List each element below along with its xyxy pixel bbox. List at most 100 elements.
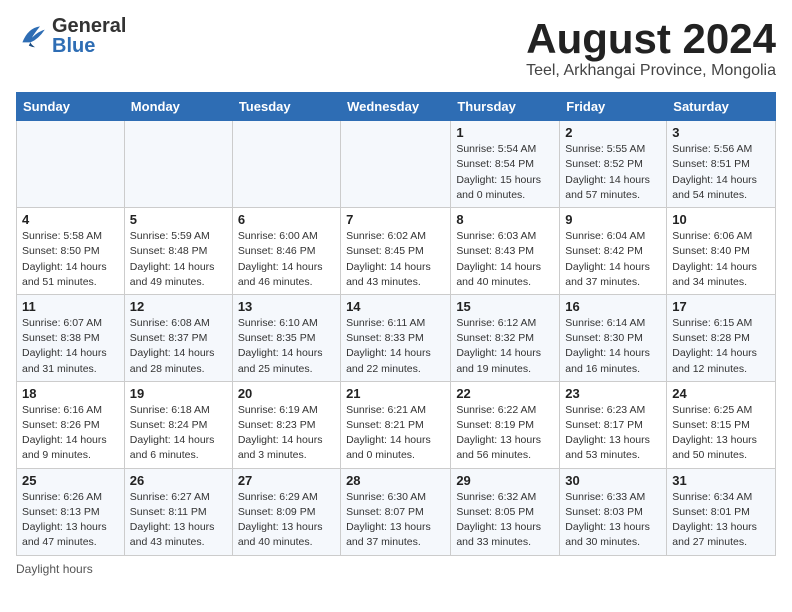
day-number: 3 <box>672 125 770 140</box>
calendar-day-cell: 16 Sunrise: 6:14 AM Sunset: 8:30 PM Dayli… <box>560 294 667 381</box>
day-info: Sunrise: 5:54 AM Sunset: 8:54 PM Dayligh… <box>456 142 554 203</box>
day-number: 10 <box>672 212 770 227</box>
day-info: Sunrise: 6:08 AM Sunset: 8:37 PM Dayligh… <box>130 316 227 377</box>
calendar-day-cell: 28 Sunrise: 6:30 AM Sunset: 8:07 PM Dayli… <box>341 468 451 555</box>
page-header: General Blue August 2024 Teel, Arkhangai… <box>16 16 776 80</box>
day-number: 5 <box>130 212 227 227</box>
day-number: 14 <box>346 299 445 314</box>
logo-blue: Blue <box>52 36 126 56</box>
calendar-day-header: Sunday <box>17 93 125 121</box>
calendar-day-header: Tuesday <box>232 93 340 121</box>
day-info: Sunrise: 6:14 AM Sunset: 8:30 PM Dayligh… <box>565 316 661 377</box>
calendar-week-row: 4Sunrise: 5:58 AM Sunset: 8:50 PM Daylig… <box>17 208 776 295</box>
calendar-day-cell: 14Sunrise: 6:11 AM Sunset: 8:33 PM Dayli… <box>341 294 451 381</box>
day-number: 26 <box>130 473 227 488</box>
calendar-day-cell: 5 Sunrise: 5:59 AM Sunset: 8:48 PM Daylig… <box>124 208 232 295</box>
calendar-day-cell: 8Sunrise: 6:03 AM Sunset: 8:43 PM Daylig… <box>451 208 560 295</box>
calendar-day-cell: 15Sunrise: 6:12 AM Sunset: 8:32 PM Dayli… <box>451 294 560 381</box>
calendar-day-cell: 2 Sunrise: 5:55 AM Sunset: 8:52 PM Daylig… <box>560 121 667 208</box>
calendar-day-cell: 9Sunrise: 6:04 AM Sunset: 8:42 PM Daylig… <box>560 208 667 295</box>
calendar-day-cell: 20Sunrise: 6:19 AM Sunset: 8:23 PM Dayli… <box>232 381 340 468</box>
calendar-day-cell: 25 Sunrise: 6:26 AM Sunset: 8:13 PM Dayli… <box>17 468 125 555</box>
day-number: 18 <box>22 386 119 401</box>
calendar-day-header: Wednesday <box>341 93 451 121</box>
calendar-subtitle: Teel, Arkhangai Province, Mongolia <box>526 62 776 80</box>
day-info: Sunrise: 6:26 AM Sunset: 8:13 PM Dayligh… <box>22 490 119 551</box>
calendar-week-row: 25 Sunrise: 6:26 AM Sunset: 8:13 PM Dayli… <box>17 468 776 555</box>
day-info: Sunrise: 6:06 AM Sunset: 8:40 PM Dayligh… <box>672 229 770 290</box>
calendar-day-cell: 30 Sunrise: 6:33 AM Sunset: 8:03 PM Dayli… <box>560 468 667 555</box>
day-info: Sunrise: 6:16 AM Sunset: 8:26 PM Dayligh… <box>22 403 119 464</box>
day-number: 6 <box>238 212 335 227</box>
calendar-day-cell: 12 Sunrise: 6:08 AM Sunset: 8:37 PM Dayli… <box>124 294 232 381</box>
day-info: Sunrise: 6:32 AM Sunset: 8:05 PM Dayligh… <box>456 490 554 551</box>
day-number: 27 <box>238 473 335 488</box>
logo-general: General <box>52 16 126 36</box>
day-number: 23 <box>565 386 661 401</box>
daylight-hours-label: Daylight hours <box>16 562 93 576</box>
calendar-day-cell: 27 Sunrise: 6:29 AM Sunset: 8:09 PM Dayli… <box>232 468 340 555</box>
day-number: 16 <box>565 299 661 314</box>
calendar-day-cell: 10 Sunrise: 6:06 AM Sunset: 8:40 PM Dayli… <box>667 208 776 295</box>
calendar-day-header: Thursday <box>451 93 560 121</box>
calendar-week-row: 18 Sunrise: 6:16 AM Sunset: 8:26 PM Dayli… <box>17 381 776 468</box>
day-info: Sunrise: 5:58 AM Sunset: 8:50 PM Dayligh… <box>22 229 119 290</box>
day-info: Sunrise: 5:55 AM Sunset: 8:52 PM Dayligh… <box>565 142 661 203</box>
day-number: 31 <box>672 473 770 488</box>
day-info: Sunrise: 6:19 AM Sunset: 8:23 PM Dayligh… <box>238 403 335 464</box>
calendar-day-cell: 1 Sunrise: 5:54 AM Sunset: 8:54 PM Daylig… <box>451 121 560 208</box>
day-number: 15 <box>456 299 554 314</box>
day-number: 8 <box>456 212 554 227</box>
day-number: 24 <box>672 386 770 401</box>
calendar-day-cell: 6 Sunrise: 6:00 AM Sunset: 8:46 PM Daylig… <box>232 208 340 295</box>
day-number: 17 <box>672 299 770 314</box>
calendar-week-row: 1 Sunrise: 5:54 AM Sunset: 8:54 PM Daylig… <box>17 121 776 208</box>
calendar-day-cell: 3 Sunrise: 5:56 AM Sunset: 8:51 PM Daylig… <box>667 121 776 208</box>
calendar-day-cell: 29Sunrise: 6:32 AM Sunset: 8:05 PM Dayli… <box>451 468 560 555</box>
calendar-table: SundayMondayTuesdayWednesdayThursdayFrid… <box>16 92 776 555</box>
day-info: Sunrise: 6:25 AM Sunset: 8:15 PM Dayligh… <box>672 403 770 464</box>
day-info: Sunrise: 6:29 AM Sunset: 8:09 PM Dayligh… <box>238 490 335 551</box>
day-info: Sunrise: 6:00 AM Sunset: 8:46 PM Dayligh… <box>238 229 335 290</box>
logo: General Blue <box>16 16 126 56</box>
calendar-week-row: 11Sunrise: 6:07 AM Sunset: 8:38 PM Dayli… <box>17 294 776 381</box>
day-info: Sunrise: 6:30 AM Sunset: 8:07 PM Dayligh… <box>346 490 445 551</box>
day-info: Sunrise: 6:02 AM Sunset: 8:45 PM Dayligh… <box>346 229 445 290</box>
calendar-title: August 2024 <box>526 16 776 62</box>
day-number: 30 <box>565 473 661 488</box>
calendar-day-cell: 22Sunrise: 6:22 AM Sunset: 8:19 PM Dayli… <box>451 381 560 468</box>
day-info: Sunrise: 6:15 AM Sunset: 8:28 PM Dayligh… <box>672 316 770 377</box>
day-info: Sunrise: 6:33 AM Sunset: 8:03 PM Dayligh… <box>565 490 661 551</box>
day-number: 21 <box>346 386 445 401</box>
day-number: 7 <box>346 212 445 227</box>
calendar-day-cell: 19Sunrise: 6:18 AM Sunset: 8:24 PM Dayli… <box>124 381 232 468</box>
day-number: 11 <box>22 299 119 314</box>
calendar-day-header: Saturday <box>667 93 776 121</box>
calendar-day-cell: 18 Sunrise: 6:16 AM Sunset: 8:26 PM Dayli… <box>17 381 125 468</box>
calendar-day-header: Monday <box>124 93 232 121</box>
day-info: Sunrise: 6:23 AM Sunset: 8:17 PM Dayligh… <box>565 403 661 464</box>
title-area: August 2024 Teel, Arkhangai Province, Mo… <box>526 16 776 80</box>
calendar-day-cell <box>341 121 451 208</box>
logo-text: General Blue <box>52 16 126 56</box>
day-number: 1 <box>456 125 554 140</box>
day-info: Sunrise: 6:22 AM Sunset: 8:19 PM Dayligh… <box>456 403 554 464</box>
day-info: Sunrise: 5:56 AM Sunset: 8:51 PM Dayligh… <box>672 142 770 203</box>
calendar-day-cell: 23 Sunrise: 6:23 AM Sunset: 8:17 PM Dayli… <box>560 381 667 468</box>
calendar-day-cell <box>232 121 340 208</box>
day-number: 25 <box>22 473 119 488</box>
calendar-day-cell: 26 Sunrise: 6:27 AM Sunset: 8:11 PM Dayli… <box>124 468 232 555</box>
day-number: 13 <box>238 299 335 314</box>
day-info: Sunrise: 5:59 AM Sunset: 8:48 PM Dayligh… <box>130 229 227 290</box>
calendar-day-cell: 4Sunrise: 5:58 AM Sunset: 8:50 PM Daylig… <box>17 208 125 295</box>
day-number: 28 <box>346 473 445 488</box>
day-info: Sunrise: 6:27 AM Sunset: 8:11 PM Dayligh… <box>130 490 227 551</box>
day-number: 12 <box>130 299 227 314</box>
calendar-day-cell: 24 Sunrise: 6:25 AM Sunset: 8:15 PM Dayli… <box>667 381 776 468</box>
day-number: 2 <box>565 125 661 140</box>
calendar-day-cell: 21Sunrise: 6:21 AM Sunset: 8:21 PM Dayli… <box>341 381 451 468</box>
calendar-day-cell: 17 Sunrise: 6:15 AM Sunset: 8:28 PM Dayli… <box>667 294 776 381</box>
calendar-day-cell: 7 Sunrise: 6:02 AM Sunset: 8:45 PM Daylig… <box>341 208 451 295</box>
day-info: Sunrise: 6:10 AM Sunset: 8:35 PM Dayligh… <box>238 316 335 377</box>
logo-bird-icon <box>16 20 48 52</box>
